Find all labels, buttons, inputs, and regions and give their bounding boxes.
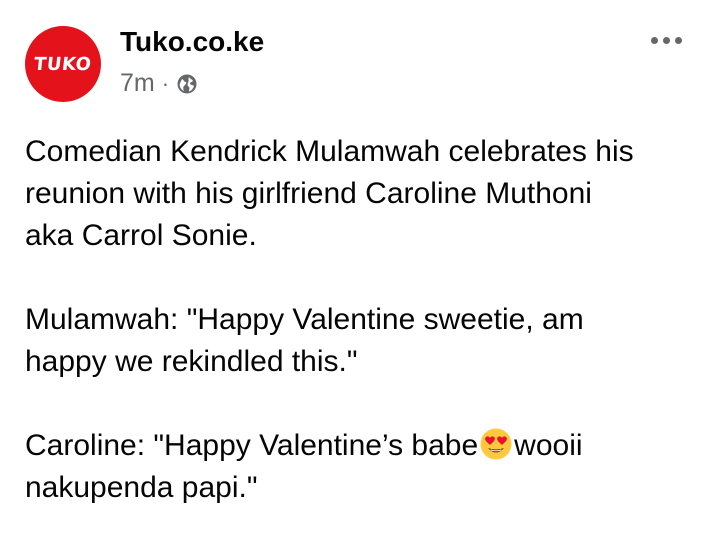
post-timestamp[interactable]: 7m <box>120 69 155 98</box>
post-line: nakupenda papi." <box>25 471 258 504</box>
post-text-segment: Caroline: "Happy Valentine’s babe <box>25 429 479 462</box>
post-line: aka Carrol Sonie. <box>25 219 257 252</box>
post-paragraph-2: Mulamwah: "Happy Valentine sweetie, am h… <box>25 299 715 383</box>
post-line: Comedian Kendrick Mulamwah celebrates hi… <box>25 135 634 168</box>
globe-icon[interactable] <box>176 73 198 95</box>
page-avatar[interactable]: TUKO <box>25 26 101 102</box>
post-paragraph-3: Caroline: "Happy Valentine’s babe wooii … <box>25 425 715 509</box>
heart-eyes-emoji-icon <box>479 427 513 461</box>
post-body: Comedian Kendrick Mulamwah celebrates hi… <box>25 131 715 509</box>
facebook-post: TUKO Tuko.co.ke 7m · Comedian Kendrick M… <box>0 0 720 549</box>
post-text-segment: wooii <box>514 429 583 462</box>
post-line: Caroline: "Happy Valentine’s babe wooii <box>25 425 715 467</box>
meta-separator: · <box>161 70 170 96</box>
post-paragraph-1: Comedian Kendrick Mulamwah celebrates hi… <box>25 131 715 257</box>
post-line: reunion with his girlfriend Caroline Mut… <box>25 177 592 210</box>
more-options-button[interactable] <box>646 28 686 52</box>
avatar-logo-text: TUKO <box>33 53 93 75</box>
more-options-dot <box>650 36 658 44</box>
post-line: Mulamwah: "Happy Valentine sweetie, am <box>25 303 584 336</box>
post-line: happy we rekindled this." <box>25 345 358 378</box>
page-name-link[interactable]: Tuko.co.ke <box>120 26 264 58</box>
more-options-dot <box>674 36 682 44</box>
post-meta: 7m · <box>120 69 198 98</box>
more-options-dot <box>662 36 670 44</box>
